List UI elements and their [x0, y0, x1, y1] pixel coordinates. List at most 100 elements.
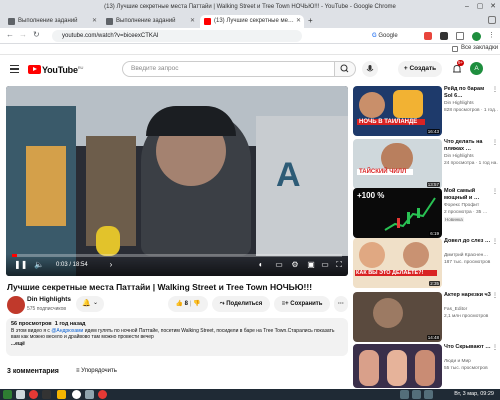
tab-search-icon[interactable] — [488, 16, 496, 24]
folder-icon[interactable] — [57, 390, 66, 399]
rec-channel[interactable]: Fas_Editor — [444, 307, 467, 312]
rec-channel[interactable]: Форекс Профит — [444, 203, 479, 208]
video-thumbnail[interactable]: КАК ВЫ ЭТО ДЕЛАЕТЕ?! 2:35 — [353, 238, 442, 288]
extension-icon[interactable] — [440, 32, 448, 40]
settings-gear-icon[interactable]: ⚙ — [290, 260, 300, 270]
rec-title[interactable]: Довел до слез … — [444, 238, 494, 245]
video-player[interactable]: A ❚❚ 🔈 0:03 / 18:54 › ◐ ▭ ⚙ ▣ ▭ ⛶ — [6, 86, 348, 276]
progress-bar[interactable] — [12, 254, 342, 257]
tab-close-icon[interactable]: ✕ — [190, 15, 195, 28]
maximize-icon[interactable]: ▢ — [475, 2, 485, 12]
tab-1[interactable]: Выполнение заданий ✕ — [4, 15, 100, 28]
terminal-icon[interactable] — [42, 390, 51, 399]
extensions-puzzle-icon[interactable] — [456, 32, 464, 40]
description-box[interactable]: 56 просмотров 1 год назад В этом видео я… — [6, 318, 348, 356]
extension-icon[interactable] — [424, 32, 432, 40]
volume-icon[interactable]: 🔈 — [34, 260, 44, 270]
tray-icon[interactable] — [400, 390, 409, 399]
forward-icon[interactable]: → — [19, 30, 27, 39]
sort-comments-button[interactable]: ≡ Упорядочить — [76, 368, 117, 374]
tab-close-icon[interactable]: ✕ — [296, 15, 301, 28]
video-thumbnail[interactable]: 14:48 — [353, 292, 442, 342]
recommendation-item[interactable]: НОЧЬ В ТАИЛАНДЕ 16:43 Рейд по барам Sol … — [353, 86, 500, 142]
autoplay-toggle[interactable]: ◐ — [256, 260, 266, 270]
app-icon[interactable] — [85, 390, 94, 399]
address-bar[interactable]: youtube.com/watch?v=biceexCTKAI — [52, 30, 302, 42]
thumbnail-caption: ТАЙСКИЙ ЧИЛЛ — [357, 169, 413, 175]
google-g-icon: G — [372, 33, 377, 39]
rec-channel[interactable]: Люди и Мир — [444, 359, 471, 364]
file-manager-icon[interactable] — [16, 390, 25, 399]
start-menu-icon[interactable] — [3, 390, 12, 399]
subtitles-icon[interactable]: ▭ — [274, 260, 284, 270]
more-options-icon[interactable]: ⋮ — [492, 86, 498, 93]
new-tab-icon[interactable]: + — [308, 16, 313, 25]
tab-strip: Выполнение заданий ✕ Выполнение заданий … — [0, 14, 500, 28]
chapter-chevron-icon[interactable]: › — [106, 260, 116, 270]
rec-title[interactable]: Мой самый мощный и … — [444, 188, 494, 202]
video-duration: 13:57 — [426, 182, 440, 187]
video-thumbnail[interactable]: +100 % 6:19 — [353, 188, 442, 238]
recommendation-item[interactable]: +100 % 6:19 Мой самый мощный и … Форекс … — [353, 188, 500, 244]
channel-name[interactable]: Din Highlights — [27, 296, 71, 303]
channel-avatar[interactable] — [7, 296, 25, 314]
account-avatar[interactable]: A — [470, 62, 483, 75]
thumbs-down-icon[interactable]: 👎 — [193, 301, 200, 307]
mention-link[interactable]: @Андрюхами — [51, 328, 83, 334]
theater-mode-icon[interactable]: ▭ — [320, 260, 330, 270]
rec-title[interactable]: Что Скрывают … — [444, 344, 494, 351]
video-thumbnail[interactable]: ТАЙСКИЙ ЧИЛЛ 13:57 — [353, 139, 442, 189]
search-input[interactable]: Введите запрос — [122, 61, 335, 77]
recommendation-item[interactable]: КАК ВЫ ЭТО ДЕЛАЕТЕ?! 2:35 Довел до слез … — [353, 238, 500, 294]
tab-label: (13) Лучшие секретные ме… — [214, 18, 294, 24]
chrome-icon[interactable] — [72, 390, 81, 399]
rec-title[interactable]: Рейд по барам Sol 6… — [444, 86, 494, 100]
app-icon[interactable] — [29, 390, 38, 399]
rec-title[interactable]: Что делать на пляжах … — [444, 139, 494, 153]
save-button[interactable]: ≡+ Сохранить — [274, 296, 330, 312]
create-label: Создать — [409, 65, 437, 72]
google-search-button[interactable]: G Google — [372, 31, 402, 41]
menu-kebab-icon[interactable]: ⋮ — [488, 31, 495, 39]
tray-icon[interactable] — [412, 390, 421, 399]
more-actions-button[interactable]: ··· — [334, 296, 348, 312]
like-button[interactable]: 👍 8 — [175, 301, 188, 307]
tab-close-icon[interactable]: ✕ — [92, 15, 97, 28]
chrome-window-icon[interactable] — [98, 390, 107, 399]
play-pause-icon[interactable]: ❚❚ — [14, 260, 27, 270]
thumbnail-face — [359, 92, 385, 118]
more-options-icon[interactable]: ⋮ — [492, 139, 498, 146]
recommendation-item[interactable]: 14:48 Актер нарезки ч3 Fas_Editor 2,1 мл… — [353, 292, 500, 348]
reload-icon[interactable]: ↻ — [33, 30, 40, 39]
hamburger-menu-icon[interactable] — [10, 65, 19, 73]
tab-3[interactable]: (13) Лучшие секретные ме… ✕ — [200, 15, 304, 28]
voice-search-button[interactable] — [362, 61, 378, 77]
back-icon[interactable]: ← — [6, 30, 14, 39]
youtube-logo[interactable]: YouTubeRU — [28, 65, 83, 75]
recommendation-item[interactable]: ТАЙСКИЙ ЧИЛЛ 13:57 Что делать на пляжах … — [353, 139, 500, 195]
miniplayer-icon[interactable]: ▣ — [306, 260, 316, 270]
fullscreen-icon[interactable]: ⛶ — [334, 260, 344, 270]
more-options-icon[interactable]: ⋮ — [492, 238, 498, 245]
rec-channel[interactable]: Дмитрий Краснен… — [444, 253, 488, 258]
video-thumbnail[interactable]: НОЧЬ В ТАИЛАНДЕ 16:43 — [353, 86, 442, 136]
rec-channel[interactable]: Din Highlights — [444, 101, 474, 106]
rec-title[interactable]: Актер нарезки ч3 — [444, 292, 494, 299]
volume-tray-icon[interactable] — [424, 390, 433, 399]
close-window-icon[interactable]: ✕ — [488, 2, 498, 12]
profile-icon[interactable] — [472, 32, 481, 41]
video-thumbnail[interactable] — [353, 344, 442, 388]
all-bookmarks-link[interactable]: Все закладки — [461, 45, 498, 51]
share-button[interactable]: ⤳ Поделиться — [212, 296, 270, 312]
youtube-header: YouTubeRU Введите запрос + Создать 9+ A — [0, 58, 500, 82]
more-options-icon[interactable]: ⋮ — [492, 344, 498, 351]
more-options-icon[interactable]: ⋮ — [492, 292, 498, 299]
rec-channel[interactable]: Din Highlights — [444, 154, 474, 159]
show-more-link[interactable]: ...ещё — [11, 341, 343, 348]
tab-2[interactable]: Выполнение заданий ✕ — [102, 15, 198, 28]
search-button[interactable] — [334, 61, 356, 77]
subscription-bell-button[interactable]: 🔔 ⌄ — [76, 296, 104, 312]
minimize-icon[interactable]: – — [462, 2, 472, 12]
more-options-icon[interactable]: ⋮ — [492, 188, 498, 195]
create-button[interactable]: + Создать — [398, 61, 442, 77]
